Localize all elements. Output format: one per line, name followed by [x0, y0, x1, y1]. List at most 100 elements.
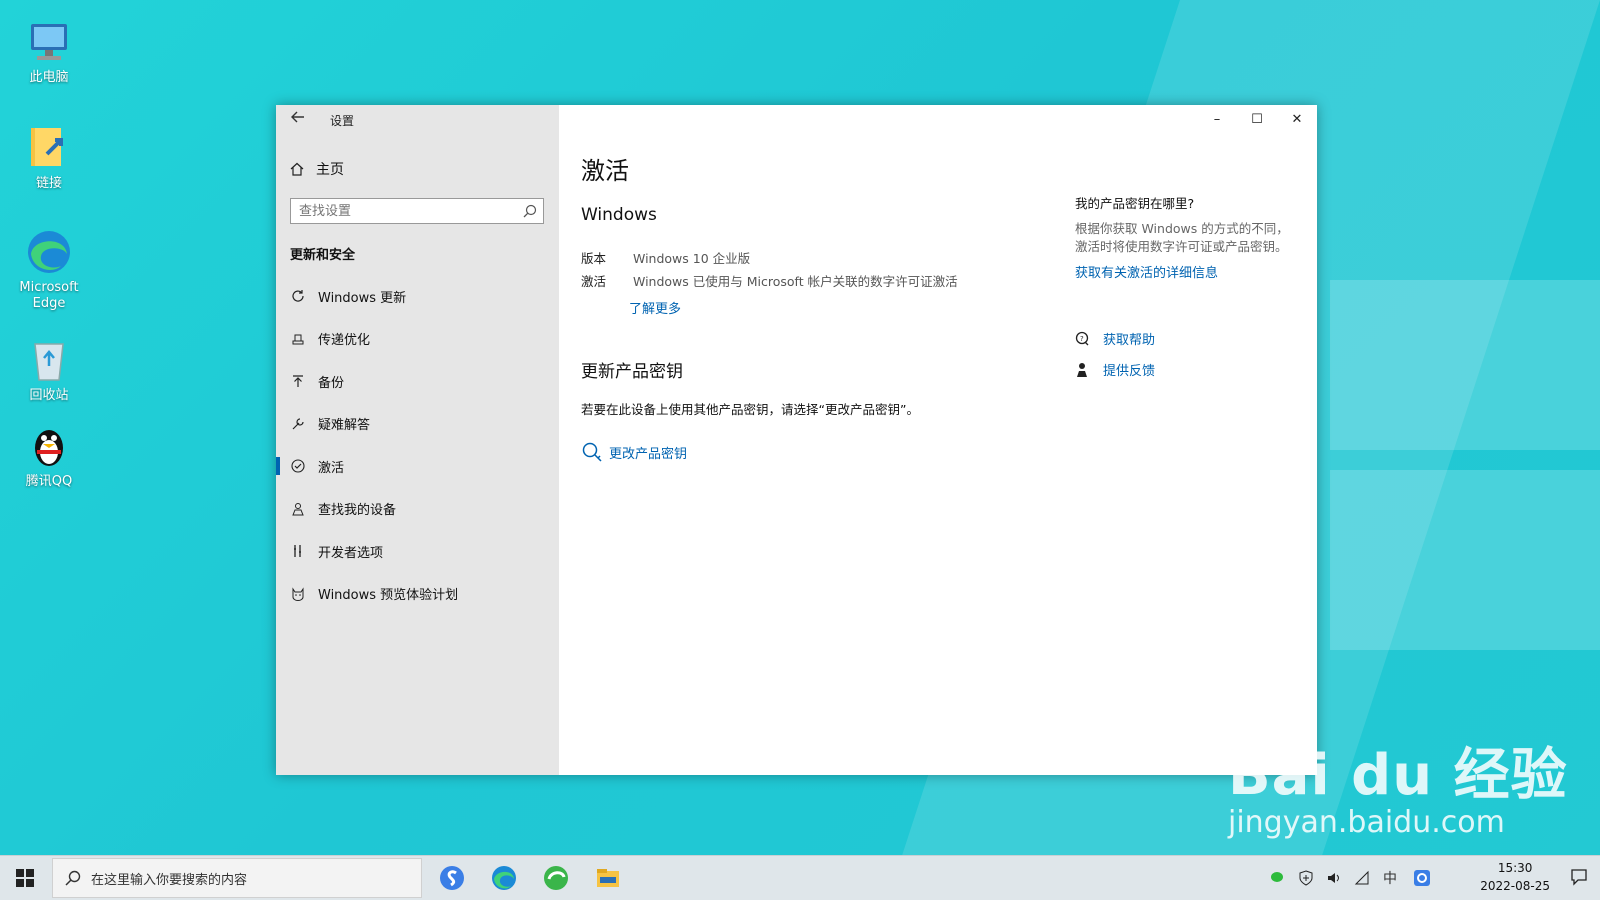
- sidebar-item-backup[interactable]: 备份: [276, 360, 559, 403]
- get-help-link[interactable]: ? 获取帮助: [1075, 329, 1295, 348]
- ime-indicator[interactable]: 中: [1380, 868, 1400, 888]
- browser-360-icon: [544, 866, 568, 890]
- check-circle-icon: [290, 458, 306, 474]
- tray-security-icon[interactable]: [1296, 868, 1316, 888]
- minimize-button[interactable]: –: [1197, 105, 1237, 133]
- window-title: 设置: [330, 114, 355, 128]
- update-key-description: 若要在此设备上使用其他产品密钥，请选择“更改产品密钥”。: [581, 402, 919, 417]
- delivery-optimization-icon: [290, 331, 306, 347]
- search-icon[interactable]: [523, 203, 537, 222]
- desktop-icon-qq[interactable]: 腾讯QQ: [10, 422, 88, 490]
- sidebar-item-activation[interactable]: 激活: [276, 445, 559, 488]
- clock-date: 2022-08-25: [1480, 879, 1550, 893]
- feedback-icon: [1077, 362, 1087, 377]
- taskbar-app-360-browser[interactable]: [540, 862, 572, 894]
- feedback-link[interactable]: 提供反馈: [1075, 360, 1295, 379]
- sidebar-item-windows-update[interactable]: Windows 更新: [276, 275, 559, 318]
- sidebar-item-label: 激活: [318, 460, 345, 476]
- sogou-icon: [440, 866, 464, 890]
- taskbar-app-file-explorer[interactable]: [592, 862, 624, 894]
- tray-wechat-icon[interactable]: [1268, 868, 1288, 888]
- desktop-icon-label: Microsoft Edge: [19, 280, 79, 311]
- main-content: – ☐ ✕ 激活 Windows 版本 Windows 10 企业版 激活 Wi…: [559, 105, 1317, 775]
- light-beam: [1330, 280, 1600, 450]
- page-title: 激活: [581, 157, 629, 185]
- update-key-heading: 更新产品密钥: [581, 362, 683, 382]
- settings-search[interactable]: [290, 198, 544, 224]
- settings-window: 设置 主页 更新和安全 Windows 更新 传递优化: [276, 105, 1317, 775]
- watermark-brand: Bai du 经验: [1228, 743, 1568, 808]
- backup-arrow-icon: [290, 373, 306, 389]
- taskbar-search[interactable]: 在这里输入你要搜索的内容: [52, 858, 422, 898]
- developer-tools-icon: [290, 543, 306, 559]
- back-button[interactable]: [290, 109, 310, 129]
- sidebar-item-label: Windows 预览体验计划: [318, 588, 459, 604]
- desktop-icon-edge[interactable]: Microsoft Edge: [10, 228, 88, 312]
- sidebar-item-label: 传递优化: [318, 333, 371, 349]
- recycle-bin-icon: [25, 336, 73, 384]
- edge-icon: [492, 866, 516, 890]
- notification-center-button[interactable]: [1570, 868, 1588, 890]
- home-label: 主页: [316, 162, 344, 178]
- edition-key: 版本: [581, 251, 607, 266]
- search-input[interactable]: [291, 199, 517, 223]
- learn-more-link[interactable]: 了解更多: [629, 302, 681, 317]
- start-button[interactable]: [0, 856, 50, 900]
- taskbar-app-edge[interactable]: [488, 862, 520, 894]
- windows-logo-icon: [16, 869, 34, 887]
- file-explorer-icon: [597, 869, 619, 887]
- activation-value: Windows 已使用与 Microsoft 帐户关联的数字许可证激活: [632, 274, 958, 289]
- notification-icon: [1571, 869, 1587, 886]
- taskbar-app-sogou[interactable]: [436, 862, 468, 894]
- maximize-button[interactable]: ☐: [1237, 105, 1277, 133]
- sidebar-item-insider-program[interactable]: Windows 预览体验计划: [276, 573, 559, 616]
- wrench-icon: [290, 416, 306, 432]
- edition-row: 版本 Windows 10 企业版: [581, 248, 750, 267]
- get-help-label: 获取帮助: [1103, 333, 1156, 348]
- sidebar-item-label: 疑难解答: [318, 418, 371, 434]
- desktop-icon-label: 链接: [35, 176, 62, 191]
- desktop: 此电脑 链接 Microsoft Edge 回收站 腾讯QQ 设置 主页 查找设…: [0, 0, 1600, 900]
- sidebar: 设置 主页 更新和安全 Windows 更新 传递优化: [276, 105, 559, 775]
- sidebar-item-developer-options[interactable]: 开发者选项: [276, 530, 559, 573]
- sidebar-item-label: Windows 更新: [318, 290, 407, 306]
- product-key-question: 我的产品密钥在哪里?: [1075, 196, 1195, 211]
- activation-row: 激活 Windows 已使用与 Microsoft 帐户关联的数字许可证激活: [581, 271, 958, 290]
- change-key-label: 更改产品密钥: [609, 446, 688, 462]
- person-locate-icon: [290, 501, 306, 517]
- volume-icon[interactable]: [1324, 868, 1344, 888]
- close-button[interactable]: ✕: [1277, 105, 1317, 133]
- computer-icon: [25, 18, 73, 66]
- sidebar-item-label: 备份: [318, 375, 345, 391]
- desktop-icon-label: 腾讯QQ: [25, 474, 73, 489]
- activation-details-link[interactable]: 获取有关激活的详细信息: [1075, 266, 1218, 281]
- qq-penguin-icon: [25, 422, 73, 470]
- folder-link-icon: [25, 124, 73, 172]
- feedback-label: 提供反馈: [1103, 364, 1156, 379]
- sidebar-nav: Windows 更新 传递优化 备份 疑难解答 激活 查找我的设备 开发者选项 …: [276, 275, 559, 615]
- chat-help-icon: ?: [1075, 331, 1089, 345]
- refresh-icon: [290, 288, 306, 304]
- sidebar-item-troubleshoot[interactable]: 疑难解答: [276, 403, 559, 446]
- tray-app-icon[interactable]: [1412, 868, 1432, 888]
- taskbar-clock[interactable]: 15:30 2022-08-25: [1480, 859, 1550, 895]
- section-title: 更新和安全: [290, 248, 356, 263]
- search-icon: [65, 870, 81, 886]
- taskbar: 在这里输入你要搜索的内容 中 15:30 2022-08-25: [0, 855, 1600, 900]
- sidebar-item-find-my-device[interactable]: 查找我的设备: [276, 488, 559, 531]
- desktop-icon-recycle-bin[interactable]: 回收站: [10, 336, 88, 404]
- network-icon[interactable]: [1352, 868, 1372, 888]
- insider-cat-icon: [290, 586, 306, 602]
- back-arrow-icon: [291, 111, 304, 123]
- desktop-icon-links[interactable]: 链接: [10, 124, 88, 192]
- home-link[interactable]: 主页: [290, 159, 344, 179]
- edition-value: Windows 10 企业版: [632, 251, 751, 266]
- window-controls: – ☐ ✕: [1197, 105, 1317, 133]
- change-product-key-link[interactable]: 更改产品密钥: [581, 441, 687, 463]
- clock-time: 15:30: [1497, 861, 1533, 875]
- sidebar-item-label: 查找我的设备: [318, 503, 397, 519]
- product-key-answer: 根据你获取 Windows 的方式的不同，激活时将使用数字许可证或产品密钥。: [1075, 221, 1289, 254]
- sidebar-item-delivery-optimization[interactable]: 传递优化: [276, 318, 559, 361]
- desktop-icon-label: 此电脑: [29, 70, 69, 85]
- desktop-icon-this-pc[interactable]: 此电脑: [10, 18, 88, 86]
